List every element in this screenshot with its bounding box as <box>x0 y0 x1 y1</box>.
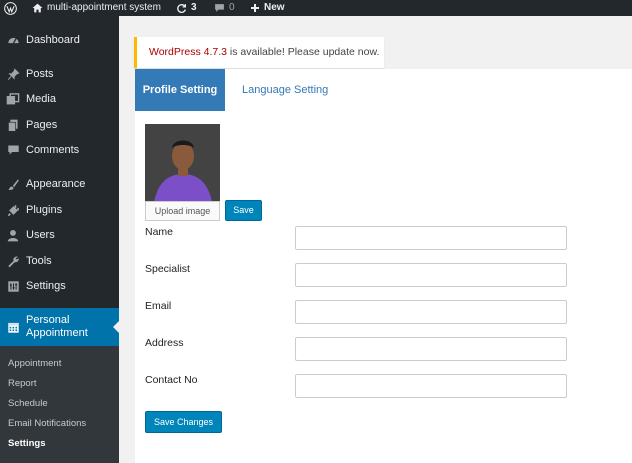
profile-settings-panel: Upload image Save Name Specialist Email … <box>135 111 632 463</box>
refresh-icon <box>177 3 187 13</box>
menu-item-posts[interactable]: Posts <box>0 62 119 86</box>
specialist-label: Specialist <box>145 263 190 275</box>
comment-icon <box>0 144 26 156</box>
dashboard-icon <box>0 34 26 47</box>
pin-icon <box>0 67 26 81</box>
comment-icon <box>215 4 224 12</box>
brush-icon <box>0 178 26 191</box>
menu-label-tools: Tools <box>26 255 52 267</box>
menu-label-appointment: Appointment <box>26 327 88 339</box>
settings-icon <box>0 280 26 293</box>
specialist-field[interactable] <box>295 263 567 287</box>
name-label: Name <box>145 226 174 238</box>
updates-count: 3 <box>191 2 197 13</box>
menu-label-plugins: Plugins <box>26 204 63 216</box>
user-icon <box>0 229 26 242</box>
name-field[interactable] <box>295 226 567 250</box>
menu-label-media: Media <box>26 93 56 105</box>
save-changes-button[interactable]: Save Changes <box>145 411 222 433</box>
menu-item-plugins[interactable]: Plugins <box>0 198 119 222</box>
profile-photo <box>145 124 220 211</box>
submenu-item-appointment[interactable]: Appointment <box>8 358 61 369</box>
menu-item-settings[interactable]: Settings <box>0 274 119 298</box>
menu-label-appearance: Appearance <box>26 178 86 190</box>
address-label: Address <box>145 337 184 349</box>
media-icon <box>0 92 26 106</box>
admin-sidebar: Dashboard Posts Media Pages Comments App… <box>0 16 120 463</box>
address-field[interactable] <box>295 337 567 361</box>
menu-label-posts: Posts <box>26 68 54 80</box>
submenu-item-report[interactable]: Report <box>8 378 37 389</box>
plus-icon <box>251 4 259 12</box>
tab-language-setting[interactable]: Language Setting <box>242 69 328 111</box>
wrench-icon <box>0 255 26 268</box>
update-version-link[interactable]: WordPress 4.7.3 <box>149 46 227 58</box>
submenu-item-schedule[interactable]: Schedule <box>8 398 48 409</box>
settings-tabs: Profile Setting Language Setting <box>135 69 632 111</box>
tab-profile-setting[interactable]: Profile Setting <box>135 69 225 111</box>
home-icon <box>32 3 43 13</box>
contact-no-field[interactable] <box>295 374 567 398</box>
site-name-link[interactable]: multi-appointment system <box>32 0 161 16</box>
email-label: Email <box>145 300 172 312</box>
calendar-icon <box>0 321 26 334</box>
current-menu-arrow <box>113 320 120 334</box>
menu-item-comments[interactable]: Comments <box>0 138 119 162</box>
menu-label-users: Users <box>26 229 55 241</box>
update-notice: WordPress 4.7.3 is available! Please upd… <box>134 37 384 68</box>
new-content-link[interactable]: New <box>250 0 285 16</box>
wordpress-logo-icon[interactable] <box>4 0 17 16</box>
submenu-item-settings[interactable]: Settings <box>8 438 45 449</box>
menu-item-pages[interactable]: Pages <box>0 113 119 137</box>
upload-image-button[interactable]: Upload image <box>145 201 220 221</box>
menu-item-users[interactable]: Users <box>0 223 119 247</box>
menu-item-media[interactable]: Media <box>0 87 119 111</box>
contact-no-label: Contact No <box>145 374 198 386</box>
submenu: Appointment Report Schedule Email Notifi… <box>0 346 119 463</box>
submenu-item-email-notifications[interactable]: Email Notifications <box>8 418 86 429</box>
new-label: New <box>264 2 285 13</box>
email-field[interactable] <box>295 300 567 324</box>
menu-item-appearance[interactable]: Appearance <box>0 172 119 196</box>
menu-label-pages: Pages <box>26 119 58 131</box>
menu-label-settings: Settings <box>26 280 66 292</box>
menu-label-personal: Personal <box>26 314 70 326</box>
menu-label-comments: Comments <box>26 144 80 156</box>
comments-count: 0 <box>229 2 235 13</box>
admin-bar: multi-appointment system 3 0 New <box>0 0 632 16</box>
pages-icon <box>0 119 26 132</box>
plug-icon <box>0 204 26 217</box>
site-name-label: multi-appointment system <box>47 2 161 13</box>
menu-item-personal-appointment[interactable]: Personal Appointment <box>0 308 120 346</box>
menu-item-dashboard[interactable]: Dashboard <box>0 28 119 52</box>
menu-item-tools[interactable]: Tools <box>0 249 119 273</box>
update-notice-message: is available! Please update now. <box>227 46 380 58</box>
menu-label-dashboard: Dashboard <box>26 34 80 46</box>
comments-link[interactable]: 0 <box>214 0 235 16</box>
save-photo-button[interactable]: Save <box>225 200 262 221</box>
updates-link[interactable]: 3 <box>176 0 197 16</box>
